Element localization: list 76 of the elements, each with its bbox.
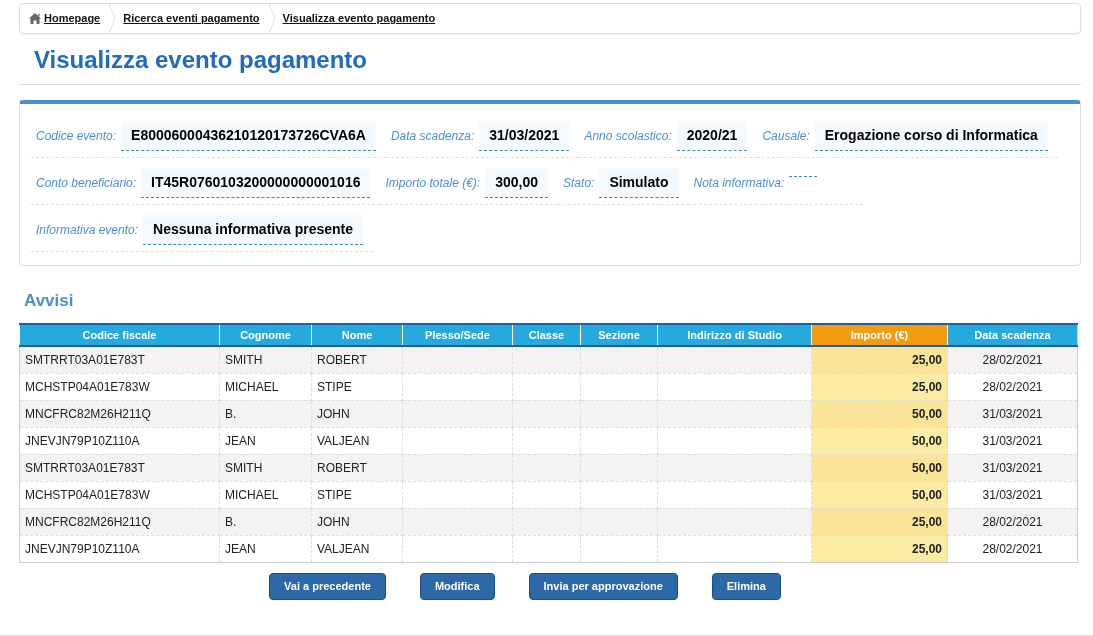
column-header: Nome — [311, 324, 403, 346]
table-cell: 31/03/2021 — [982, 406, 1043, 421]
column-header: Sezione — [580, 324, 658, 346]
table-cell: 31/03/2021 — [982, 460, 1043, 475]
table-cell: MICHAEL — [225, 487, 279, 502]
table-cell: SMTRRT03A01E783T — [25, 352, 145, 367]
table-cell: JNEVJN79P10Z110A — [25, 433, 140, 448]
table-cell: ROBERT — [317, 352, 367, 367]
field-value: 300,00 — [485, 168, 549, 198]
breadcrumb-link[interactable]: Homepage — [44, 10, 101, 27]
table-cell: 25,00 — [911, 352, 942, 367]
page-title: Visualizza evento pagamento — [34, 46, 368, 74]
field-value: IT45R0760103200000000001016 — [141, 168, 371, 198]
table-cell: MNCFRC82M26H211Q — [25, 406, 151, 421]
column-header: Importo (€) — [811, 324, 948, 346]
action-button[interactable]: Vai a precedente — [269, 572, 386, 600]
field-value: Nessuna informativa presente — [143, 215, 364, 245]
table-cell: VALJEAN — [317, 541, 370, 556]
table-cell: MCHSTP04A01E783W — [25, 487, 150, 502]
table-cell: SMITH — [225, 460, 263, 475]
table-cell: SMTRRT03A01E783T — [25, 460, 145, 475]
table-cell: 50,00 — [911, 487, 942, 502]
table-cell: MNCFRC82M26H211Q — [25, 514, 151, 529]
column-header: Classe — [512, 324, 581, 346]
table-cell: VALJEAN — [317, 433, 370, 448]
table-cell: 25,00 — [911, 541, 942, 556]
table-cell: JEAN — [225, 433, 256, 448]
field-value: E80006000436210120173726CVA6A — [121, 121, 376, 151]
table-cell: 31/03/2021 — [982, 433, 1043, 448]
field-label: Anno scolastico: — [583, 128, 673, 145]
field-label: Informativa evento: — [35, 222, 140, 239]
table-cell: 50,00 — [911, 406, 942, 421]
field-label: Nota informativa: — [692, 175, 786, 192]
column-header: Cognome — [219, 324, 312, 346]
field-label: Conto beneficiario: — [35, 175, 138, 192]
table-cell: STIPE — [317, 379, 352, 394]
table-cell: 28/02/2021 — [982, 352, 1043, 367]
table-cell: B. — [225, 514, 237, 529]
table-cell: 50,00 — [911, 460, 942, 475]
table-cell: B. — [225, 406, 237, 421]
table-cell: 25,00 — [911, 379, 942, 394]
column-header: Codice fiscale — [19, 324, 220, 346]
field-label: Stato: — [562, 175, 596, 192]
table-cell: 28/02/2021 — [982, 514, 1043, 529]
home-icon — [29, 13, 41, 24]
field-value: 2020/21 — [676, 121, 748, 151]
table-cell: MCHSTP04A01E783W — [25, 379, 150, 394]
table-cell: SMITH — [225, 352, 263, 367]
action-button[interactable]: Modifica — [419, 572, 495, 600]
field-label: Codice evento: — [35, 128, 118, 145]
table-cell: MICHAEL — [225, 379, 279, 394]
table-cell: ROBERT — [317, 460, 367, 475]
table-cell: JEAN — [225, 541, 256, 556]
column-header: Indirizzo di Studio — [657, 324, 812, 346]
table-cell: JOHN — [317, 514, 350, 529]
breadcrumb-link[interactable]: Visualizza evento pagamento — [282, 10, 436, 27]
table-cell: 50,00 — [911, 433, 942, 448]
field-label: Data scadenza: — [389, 128, 476, 145]
table-cell: JNEVJN79P10Z110A — [25, 541, 140, 556]
table-cell: 28/02/2021 — [982, 379, 1043, 394]
table-cell: 31/03/2021 — [982, 487, 1043, 502]
field-value: 31/03/2021 — [479, 121, 570, 151]
table-cell: STIPE — [317, 487, 352, 502]
action-button[interactable]: Invia per approvazione — [528, 572, 678, 600]
action-button[interactable]: Elimina — [711, 572, 781, 600]
field-value: Simulato — [599, 168, 679, 198]
section-title: Avvisi — [23, 291, 75, 311]
table-cell: 28/02/2021 — [982, 541, 1043, 556]
column-header: Data scadenza — [947, 324, 1078, 346]
breadcrumb-link[interactable]: Ricerca eventi pagamento — [123, 10, 260, 27]
field-label: Causale: — [761, 128, 811, 145]
field-value: Erogazione corso di Informatica — [814, 121, 1048, 151]
table-cell: 25,00 — [911, 514, 942, 529]
field-label: Importo totale (€): — [384, 175, 482, 192]
table-cell: JOHN — [317, 406, 350, 421]
column-header: Plesso/Sede — [402, 324, 513, 346]
